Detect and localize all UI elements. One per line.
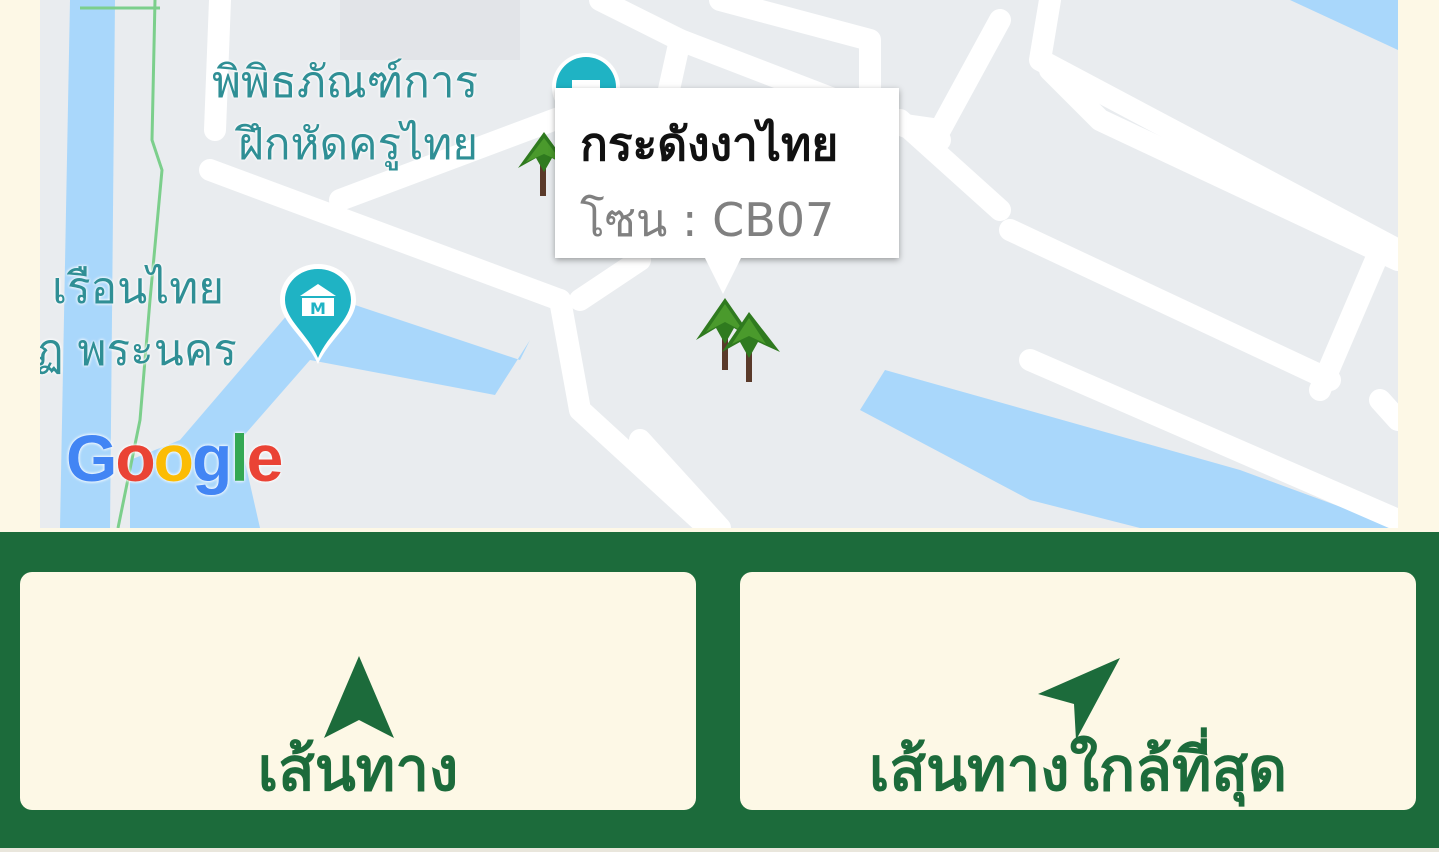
google-logo-letter: o (153, 421, 194, 495)
poi-label-line: เรือนไทย (52, 263, 225, 314)
info-window-zone: โซน : CB07 (580, 193, 835, 247)
poi-label-line: ฏ พระนคร (40, 325, 237, 376)
selected-tree-marker-icon[interactable] (692, 296, 792, 386)
google-logo-letter: o (115, 421, 155, 495)
google-logo-letter: e (246, 421, 284, 495)
nearest-route-button-label: เส้นทางใกล้ที่สุด (868, 735, 1288, 805)
google-logo-letter: G (66, 421, 117, 495)
nearest-route-button[interactable]: เส้นทางใกล้ที่สุด (740, 572, 1416, 810)
google-logo: Google (66, 420, 284, 496)
museum-pin-icon[interactable]: M (276, 260, 360, 370)
poi-label-thai-house[interactable]: เรือนไทย ฏ พระนคร (40, 258, 237, 382)
info-window-tail (705, 258, 741, 294)
bottom-divider (0, 848, 1439, 852)
google-logo-letter: g (192, 421, 232, 495)
map-view[interactable]: พิพิธภัณฑ์การ ฝึกหัดครูไทย เรือนไทย ฏ พร… (40, 0, 1398, 528)
info-window-title: กระดังงาไทย (580, 117, 839, 171)
action-bar: เส้นทาง เส้นทางใกล้ที่สุด (0, 532, 1439, 848)
route-button[interactable]: เส้นทาง (20, 572, 696, 810)
route-button-label: เส้นทาง (257, 735, 459, 805)
poi-label-museum[interactable]: พิพิธภัณฑ์การ ฝึกหัดครูไทย (212, 52, 478, 176)
svg-text:M: M (310, 299, 326, 318)
poi-label-line: พิพิธภัณฑ์การ (212, 57, 479, 108)
poi-label-line: ฝึกหัดครูไทย (238, 119, 479, 170)
google-logo-letter: l (230, 421, 248, 495)
marker-info-window[interactable]: กระดังงาไทย โซน : CB07 (555, 88, 899, 294)
